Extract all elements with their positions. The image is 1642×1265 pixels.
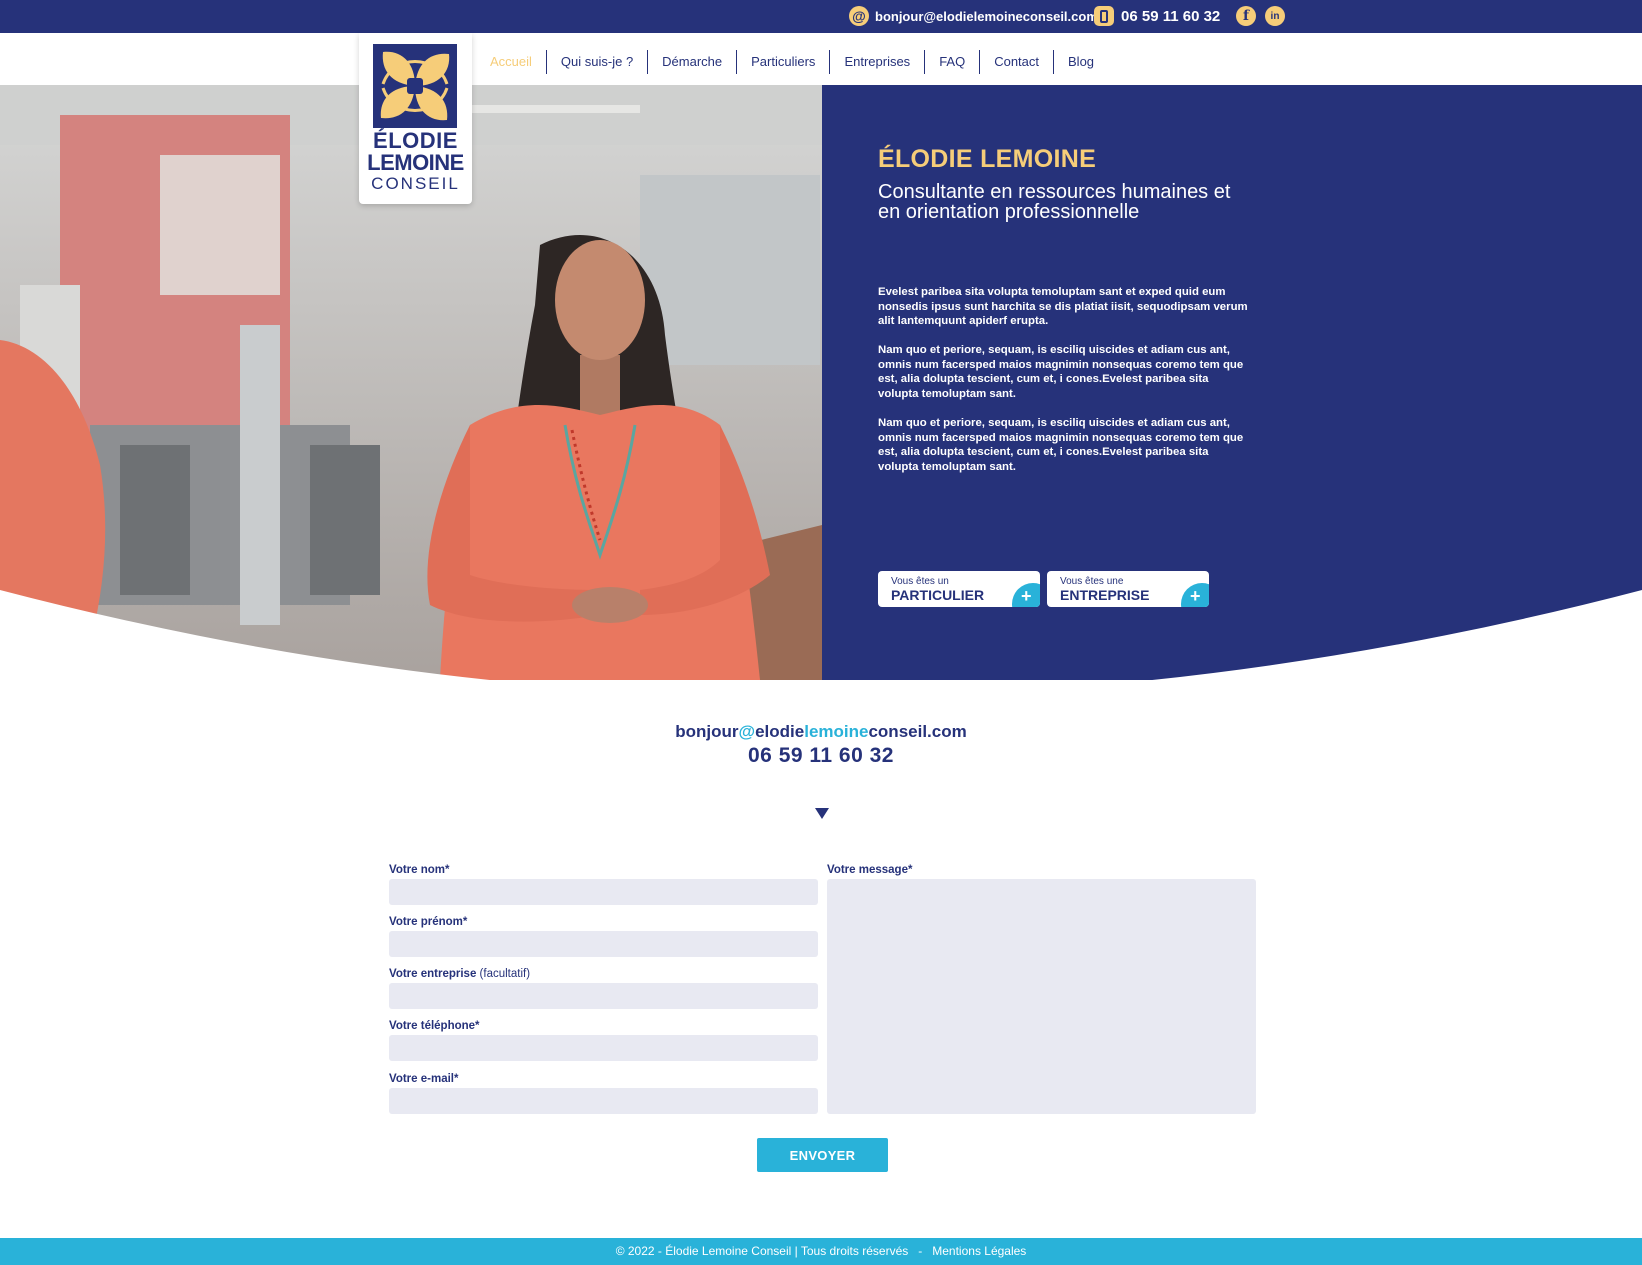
nav-item-accueil[interactable]: Accueil xyxy=(477,50,546,74)
footer-separator: - xyxy=(908,1244,933,1258)
logo-line-1: ÉLODIE xyxy=(373,128,458,153)
hero-name: ÉLODIE LEMOINE xyxy=(878,145,1097,173)
down-arrow-icon xyxy=(815,808,829,819)
footer: © 2022 - Élodie Lemoine Conseil | Tous d… xyxy=(0,1238,1642,1265)
hero-section xyxy=(0,85,1642,680)
footer-legal-link[interactable]: Mentions Légales xyxy=(932,1244,1026,1258)
contact-email-part-1: bonjour xyxy=(675,722,739,741)
contact-email-part-4: lemoine xyxy=(804,722,869,741)
particulier-button-caption: Vous êtes un xyxy=(891,576,949,587)
hero-curve-shape xyxy=(0,590,1642,680)
particulier-button[interactable]: Vous êtes un PARTICULIER + xyxy=(878,571,1040,607)
top-phone-link[interactable]: 06 59 11 60 32 xyxy=(1094,6,1220,26)
contact-email-link[interactable]: bonjour@elodielemoineconseil.com xyxy=(0,722,1642,742)
entreprise-button-label: ENTREPRISE xyxy=(1060,587,1150,603)
top-bar: @ bonjour@elodielemoineconseil.com 06 59… xyxy=(0,0,1642,33)
entreprise-optional-text: (facultatif) xyxy=(476,968,531,980)
nav-item-faq[interactable]: FAQ xyxy=(924,50,979,74)
at-icon: @ xyxy=(849,6,869,26)
telephone-label: Votre téléphone* xyxy=(389,1020,480,1032)
nav-item-entreprises[interactable]: Entreprises xyxy=(829,50,924,74)
nav-item-qui-suis-je[interactable]: Qui suis-je ? xyxy=(545,50,647,74)
entreprise-label: Votre entreprise (facultatif) xyxy=(389,968,530,980)
main-nav: Accueil Qui suis-je ? Démarche Particuli… xyxy=(477,50,1108,74)
prenom-label: Votre prénom* xyxy=(389,916,468,928)
top-email-link[interactable]: @ bonjour@elodielemoineconseil.com xyxy=(849,6,1098,26)
contact-email-part-2: @ xyxy=(738,722,756,741)
main-header: Accueil Qui suis-je ? Démarche Particuli… xyxy=(0,33,1642,85)
logo-mark-icon xyxy=(373,44,457,128)
nom-input[interactable] xyxy=(389,879,818,905)
particulier-button-label: PARTICULIER xyxy=(891,587,985,603)
hero-paragraph-2: Nam quo et periore, sequam, is esciliq u… xyxy=(878,344,1244,400)
message-textarea[interactable] xyxy=(827,879,1256,1114)
hero-paragraph-3: Nam quo et periore, sequam, is esciliq u… xyxy=(878,417,1244,473)
email-label: Votre e-mail* xyxy=(389,1073,459,1085)
contact-email-part-5: conseil.com xyxy=(868,722,967,741)
entreprise-button[interactable]: Vous êtes une ENTREPRISE + xyxy=(1047,571,1209,607)
hero-paragraph-1: Evelest paribea sita volupta temoluptam … xyxy=(878,286,1248,327)
plus-icon: + xyxy=(1181,583,1209,607)
linkedin-icon[interactable]: in xyxy=(1265,6,1285,26)
entreprise-button-caption: Vous êtes une xyxy=(1060,576,1124,587)
contact-phone[interactable]: 06 59 11 60 32 xyxy=(0,744,1642,768)
contact-email-part-3: elodie xyxy=(755,722,805,741)
plus-icon: + xyxy=(1012,583,1040,607)
prenom-input[interactable] xyxy=(389,931,818,957)
site-logo[interactable]: ÉLODIE LEMOINE CONSEIL xyxy=(359,33,472,204)
message-label: Votre message* xyxy=(827,864,913,876)
entreprise-label-text: Votre entreprise xyxy=(389,968,477,980)
logo-line-2: LEMOINE xyxy=(367,150,464,175)
email-input[interactable] xyxy=(389,1088,818,1114)
nom-label: Votre nom* xyxy=(389,864,450,876)
nav-item-particuliers[interactable]: Particuliers xyxy=(736,50,829,74)
top-email-text: bonjour@elodielemoineconseil.com xyxy=(875,8,1098,24)
footer-copyright: © 2022 - Élodie Lemoine Conseil | Tous d… xyxy=(615,1244,909,1258)
hero-subtitle: Consultante en ressources humaines et en… xyxy=(878,181,1231,223)
logo-line-3: CONSEIL xyxy=(371,174,460,193)
phone-icon xyxy=(1094,6,1114,26)
entreprise-input[interactable] xyxy=(389,983,818,1009)
top-phone-text: 06 59 11 60 32 xyxy=(1121,7,1221,25)
nav-item-blog[interactable]: Blog xyxy=(1053,50,1108,74)
telephone-input[interactable] xyxy=(389,1035,818,1061)
nav-item-contact[interactable]: Contact xyxy=(979,50,1053,74)
nav-item-demarche[interactable]: Démarche xyxy=(647,50,736,74)
facebook-icon[interactable]: f xyxy=(1236,6,1256,26)
send-button[interactable]: ENVOYER xyxy=(757,1138,888,1172)
